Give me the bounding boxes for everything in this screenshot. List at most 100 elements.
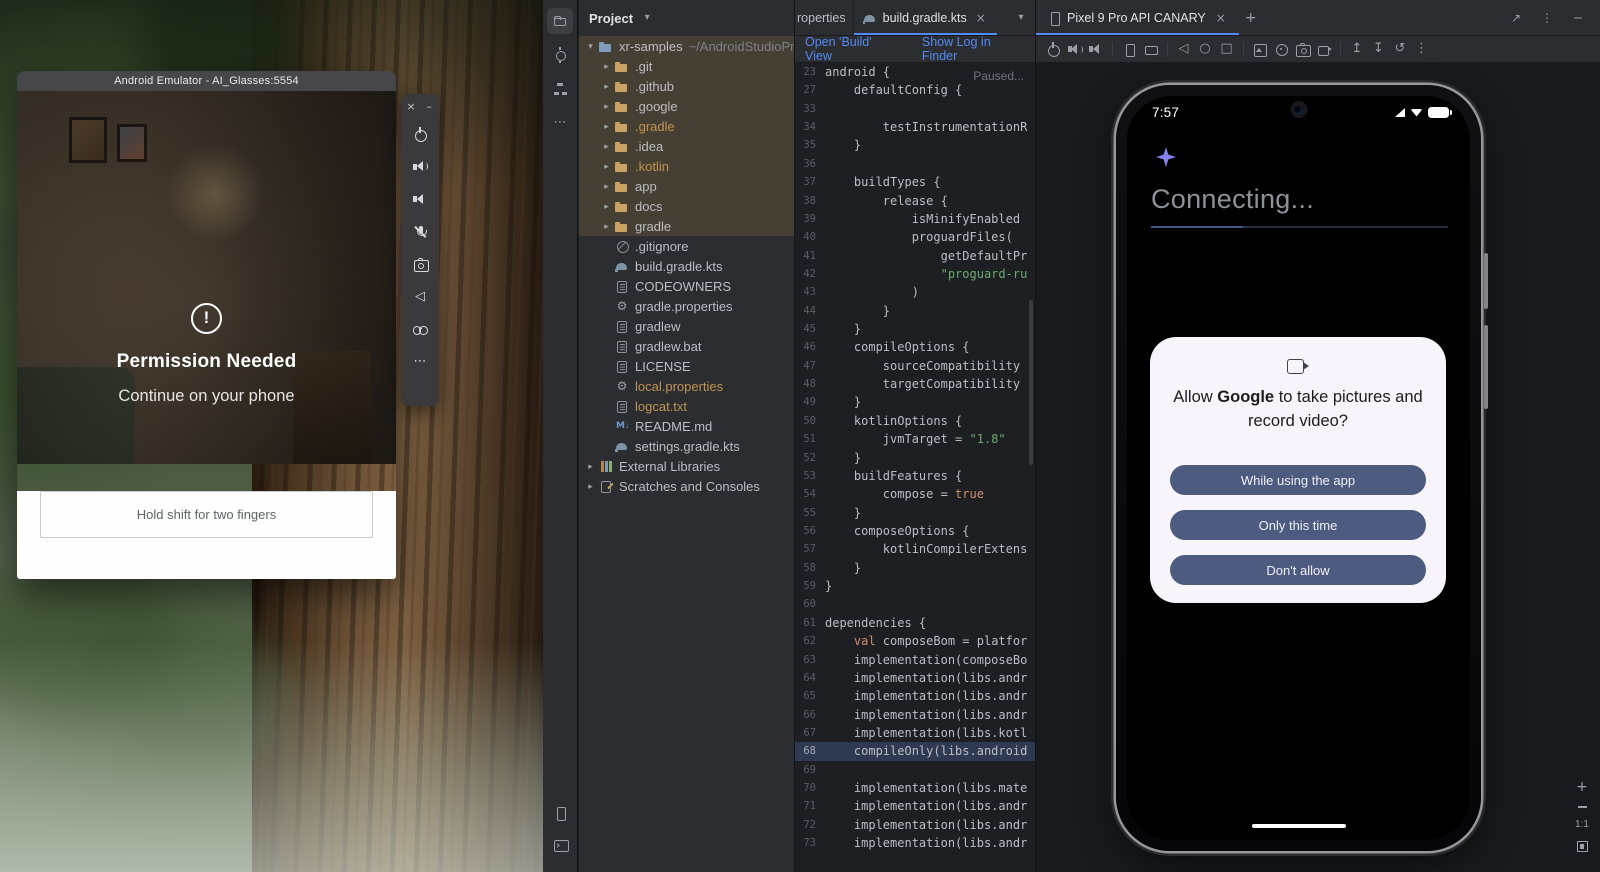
back-icon[interactable] — [412, 289, 428, 305]
emulator-window-title[interactable]: Android Emulator - AI_Glasses:5554 — [17, 71, 396, 91]
record-icon[interactable] — [1273, 41, 1289, 57]
chevron-right-icon[interactable]: ▸ — [599, 121, 614, 132]
close-icon[interactable] — [406, 101, 416, 113]
emulator-screen[interactable]: Permission Needed Continue on your phone — [17, 91, 396, 464]
tree-item-logcat-txt[interactable]: logcat.txt — [579, 396, 794, 416]
volume-up-icon[interactable] — [1067, 41, 1083, 57]
tree-item-local-properties[interactable]: local.properties — [579, 376, 794, 396]
more-h-icon[interactable] — [412, 354, 428, 370]
tab-pixel-9-pro[interactable]: Pixel 9 Pro API CANARY — [1036, 0, 1239, 35]
chevron-right-icon[interactable]: ▸ — [583, 481, 598, 492]
tree-item-build-gradle-kts[interactable]: build.gradle.kts — [579, 256, 794, 276]
tree-item-external-libraries[interactable]: ▸External Libraries — [579, 456, 794, 476]
zoom-out-icon[interactable] — [1578, 806, 1587, 808]
overview-icon[interactable] — [1219, 41, 1235, 57]
video-icon[interactable] — [1316, 41, 1332, 57]
minimize-icon[interactable] — [424, 101, 434, 113]
tab-build-gradle-kts[interactable]: build.gradle.kts — [854, 0, 997, 35]
tree-item-idea[interactable]: ▸.idea — [579, 136, 794, 156]
close-tab-icon[interactable] — [973, 10, 989, 26]
tab-gradle-properties[interactable]: roperties — [795, 0, 854, 35]
chevron-down-icon[interactable]: ▾ — [583, 41, 598, 52]
new-device-tab-icon[interactable] — [1243, 10, 1259, 26]
screenshot-icon[interactable] — [1252, 41, 1268, 57]
code-editor[interactable]: 23android {27 defaultConfig {3334 testIn… — [795, 63, 1035, 872]
power-icon[interactable] — [412, 126, 428, 142]
more-v-icon[interactable] — [1414, 41, 1430, 57]
perm-button-don-t-allow[interactable]: Don't allow — [1170, 555, 1426, 585]
open-in-window-icon[interactable] — [1508, 10, 1524, 26]
project-icon — [598, 38, 614, 54]
tree-item-gradle[interactable]: ▸gradle — [579, 216, 794, 236]
open-build-view-link[interactable]: Open 'Build' View — [805, 35, 898, 63]
tree-item-scratches-and-consoles[interactable]: ▸Scratches and Consoles — [579, 476, 794, 496]
home-indicator[interactable] — [1252, 824, 1346, 829]
tree-item-license[interactable]: LICENSE — [579, 356, 794, 376]
tree-item-gradle[interactable]: ▸.gradle — [579, 116, 794, 136]
tree-item-gradle-properties[interactable]: gradle.properties — [579, 296, 794, 316]
tree-item-label: gradlew.bat — [635, 339, 702, 354]
upload-icon[interactable] — [1349, 41, 1365, 57]
code-line-27: 27 defaultConfig { — [795, 81, 1035, 99]
code-line-65: 65 implementation(libs.andr — [795, 687, 1035, 705]
volume-down-icon[interactable] — [412, 191, 428, 207]
back-icon[interactable] — [1176, 41, 1192, 57]
tree-item-gradlew-bat[interactable]: gradlew.bat — [579, 336, 794, 356]
tree-item-gitignore[interactable]: .gitignore — [579, 236, 794, 256]
tree-item-docs[interactable]: ▸docs — [579, 196, 794, 216]
chevron-right-icon[interactable]: ▸ — [599, 161, 614, 172]
chevron-right-icon[interactable]: ▸ — [599, 181, 614, 192]
chevron-right-icon[interactable]: ▸ — [599, 201, 614, 212]
stripe-project-folder-button[interactable] — [547, 8, 573, 34]
show-log-in-finder-link[interactable]: Show Log in Finder — [922, 35, 1025, 63]
tree-item-github[interactable]: ▸.github — [579, 76, 794, 96]
chevron-right-icon[interactable]: ▸ — [583, 461, 598, 472]
tree-item-git[interactable]: ▸.git — [579, 56, 794, 76]
tree-item-codeowners[interactable]: CODEOWNERS — [579, 276, 794, 296]
more-options-icon[interactable] — [1539, 10, 1555, 26]
chevron-right-icon[interactable]: ▸ — [599, 221, 614, 232]
hide-panel-icon[interactable] — [1570, 10, 1586, 26]
hidden-tabs-icon[interactable] — [1013, 10, 1029, 26]
download-icon[interactable] — [1371, 41, 1387, 57]
device-screen[interactable]: 7:57 Connecting... — [1127, 96, 1470, 840]
tree-item-readme-md[interactable]: README.md — [579, 416, 794, 436]
project-panel-header[interactable]: Project — [579, 0, 794, 36]
tree-item-gradlew[interactable]: gradlew — [579, 316, 794, 336]
tree-item-app[interactable]: ▸app — [579, 176, 794, 196]
tree-item-label: local.properties — [635, 379, 723, 394]
volume-up-icon[interactable] — [412, 159, 428, 175]
glasses-icon[interactable] — [412, 321, 428, 337]
editor-scrollbar[interactable] — [1029, 300, 1033, 465]
chevron-right-icon[interactable]: ▸ — [599, 141, 614, 152]
camera-icon[interactable] — [1295, 41, 1311, 57]
stripe-more-h-button[interactable] — [547, 110, 573, 136]
close-tab-icon[interactable] — [1213, 10, 1229, 26]
stripe-structure-button[interactable] — [547, 76, 573, 102]
stripe-terminal-button[interactable] — [547, 832, 573, 858]
zoom-in-icon[interactable] — [1574, 779, 1590, 795]
tree-item-xr-samples[interactable]: ▾xr-samples ~/AndroidStudioProj — [579, 36, 794, 56]
fold-landscape-icon[interactable] — [1143, 41, 1159, 57]
tree-item-google[interactable]: ▸.google — [579, 96, 794, 116]
volume-down-icon[interactable] — [1088, 41, 1104, 57]
fold-portrait-icon[interactable] — [1121, 41, 1137, 57]
mic-off-icon[interactable] — [412, 224, 428, 240]
camera-icon[interactable] — [412, 256, 428, 272]
fit-screen-icon[interactable] — [1577, 841, 1588, 852]
perm-button-while-using-the-app[interactable]: While using the app — [1170, 465, 1426, 495]
stripe-logcat-button[interactable] — [547, 800, 573, 826]
stripe-commit-button[interactable] — [547, 42, 573, 68]
perm-button-only-this-time[interactable]: Only this time — [1170, 510, 1426, 540]
zoom-level[interactable]: 1:1 — [1575, 819, 1589, 830]
home-icon[interactable] — [1197, 41, 1213, 57]
power-icon[interactable] — [1045, 41, 1061, 57]
restart-icon[interactable] — [1392, 41, 1408, 57]
chevron-right-icon[interactable]: ▸ — [599, 101, 614, 112]
chevron-right-icon[interactable]: ▸ — [599, 61, 614, 72]
chevron-down-icon[interactable] — [639, 10, 655, 26]
tree-item-kotlin[interactable]: ▸.kotlin — [579, 156, 794, 176]
tree-item-settings-gradle-kts[interactable]: settings.gradle.kts — [579, 436, 794, 456]
front-camera — [1290, 101, 1307, 118]
chevron-right-icon[interactable]: ▸ — [599, 81, 614, 92]
